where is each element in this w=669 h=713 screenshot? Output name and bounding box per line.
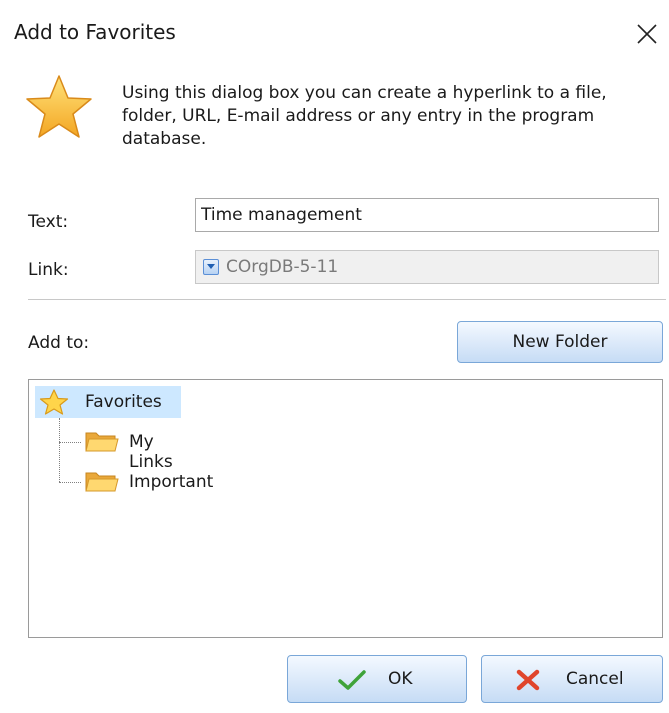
link-label: Link: <box>28 260 69 280</box>
dialog-description: Using this dialog box you can create a h… <box>122 83 607 149</box>
cancel-x-icon <box>516 669 540 691</box>
tree-item-label: Favorites <box>85 392 162 412</box>
folder-icon <box>85 472 119 492</box>
tree-connector <box>59 482 81 483</box>
ok-label: OK <box>388 669 413 689</box>
text-label: Text: <box>28 212 69 232</box>
close-button[interactable] <box>625 12 669 56</box>
star-icon <box>39 389 69 415</box>
checkmark-icon <box>338 670 366 690</box>
tree-item-label: My Links <box>129 432 173 472</box>
folder-icon <box>85 432 119 452</box>
tree-connector <box>59 418 60 482</box>
link-dropdown-button[interactable] <box>203 259 219 275</box>
cancel-button[interactable]: Cancel <box>481 655 663 703</box>
dialog-titlebar: Add to Favorites <box>0 0 669 64</box>
link-value: COrgDB-5-11 <box>226 257 339 277</box>
tree-item-label: Important <box>129 472 214 492</box>
favorites-tree[interactable]: Favorites My Links Important <box>28 379 663 638</box>
cancel-label: Cancel <box>566 669 624 689</box>
link-field[interactable]: COrgDB-5-11 <box>195 250 659 284</box>
text-input[interactable] <box>195 198 659 232</box>
tree-connector <box>59 442 81 443</box>
favorites-star-icon <box>26 75 92 138</box>
new-folder-label: New Folder <box>512 332 608 352</box>
tree-item-favorites[interactable]: Favorites <box>35 386 181 418</box>
add-to-label: Add to: <box>28 333 90 353</box>
close-icon <box>637 24 657 44</box>
ok-button[interactable]: OK <box>287 655 467 703</box>
new-folder-button[interactable]: New Folder <box>457 321 663 363</box>
separator <box>28 299 666 300</box>
dialog-title: Add to Favorites <box>14 20 176 44</box>
chevron-down-icon <box>207 264 215 269</box>
